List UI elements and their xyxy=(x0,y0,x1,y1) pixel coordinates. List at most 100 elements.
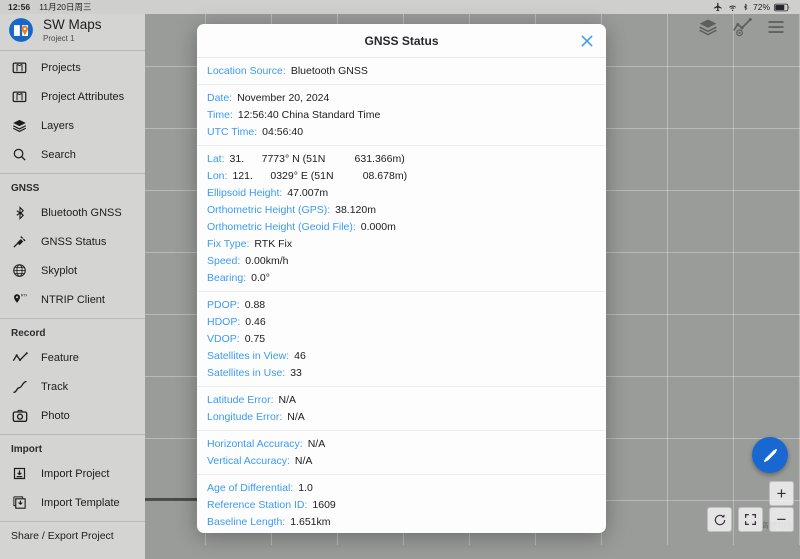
dialog-row-key: Ellipsoid Height: xyxy=(207,186,283,199)
sidebar-item-search[interactable]: Search xyxy=(0,140,145,169)
sidebar-item-gnss-status[interactable]: GNSS Status xyxy=(0,227,145,256)
chart-record-icon[interactable] xyxy=(732,17,752,37)
dialog-body: Location Source: Bluetooth GNSS Date: Novem… xyxy=(197,58,606,533)
dialog-row-value: 46 xyxy=(294,349,306,362)
dialog-row-key: VDOP: xyxy=(207,332,240,345)
dialog-row-key: Lat: xyxy=(207,152,225,165)
dialog-row: Reference Station ID: 1609 xyxy=(197,496,606,513)
close-icon[interactable] xyxy=(579,33,595,49)
sidebar: SW Maps Project 1 Projects Project Attri… xyxy=(0,14,145,559)
sidebar-item-skyplot[interactable]: Skyplot xyxy=(0,256,145,285)
sidebar-item-track[interactable]: Track xyxy=(0,372,145,401)
rotate-icon xyxy=(714,513,725,525)
sidebar-item-photo[interactable]: Photo xyxy=(0,401,145,430)
sidebar-section-record: Record xyxy=(11,328,46,339)
status-date: 11月20日周三 xyxy=(39,2,92,12)
dialog-row-value: RTK Fix xyxy=(254,237,293,250)
dialog-group: Location Source: Bluetooth GNSS xyxy=(197,58,606,85)
dialog-row-key: Time: xyxy=(207,108,233,121)
menu-icon[interactable] xyxy=(766,17,786,37)
dialog-row-value: 12:56:40 China Standard Time xyxy=(237,108,381,121)
dialog-row-key: Satellites in View: xyxy=(207,349,290,362)
sidebar-item-import-project[interactable]: Import Project xyxy=(0,459,145,488)
dialog-row: Date: November 20, 2024 xyxy=(197,89,606,106)
dialog-row-value: 1.0 xyxy=(298,481,313,494)
sidebar-item-label: Skyplot xyxy=(41,264,78,277)
dialog-row: Satellites in Use: 33 xyxy=(197,364,606,381)
search-icon xyxy=(11,146,28,163)
fullscreen-button[interactable] xyxy=(738,507,763,532)
folder-map-icon xyxy=(11,88,28,105)
curve-track-icon xyxy=(11,378,28,395)
rotate-reset-button[interactable] xyxy=(707,507,732,532)
dialog-row-value: 121. 0329° E (51N 08.678m) xyxy=(232,169,408,182)
dialog-row-key: Bearing: xyxy=(207,271,247,284)
dialog-row-key: Date: xyxy=(207,91,233,104)
dialog-row-key: Reference Station ID: xyxy=(207,498,308,511)
sidebar-item-label: NTRIP Client xyxy=(41,293,105,306)
dialog-group: PDOP: 0.88 HDOP: 0.46 VDOP: 0.75 Satellites in… xyxy=(197,292,606,387)
dialog-row-value: 04:56:40 xyxy=(262,125,304,138)
sidebar-divider xyxy=(0,521,145,522)
add-feature-fab[interactable] xyxy=(752,437,788,473)
sidebar-item-projects[interactable]: Projects xyxy=(0,53,145,82)
sidebar-section-import: Import xyxy=(11,444,43,455)
sidebar-divider xyxy=(0,434,145,435)
sidebar-item-label: Project Attributes xyxy=(41,90,125,103)
dialog-row-key: PDOP: xyxy=(207,298,240,311)
sidebar-divider xyxy=(0,173,145,174)
dialog-row-key: Lon: xyxy=(207,169,228,182)
dialog-header: GNSS Status xyxy=(197,24,606,58)
dialog-row-value: 31. 7773° N (51N 631.366m) xyxy=(229,152,405,165)
app-name: SW Maps xyxy=(43,16,102,32)
dialog-row: VDOP: 0.75 xyxy=(197,330,606,347)
dialog-row-key: Orthometric Height (GPS): xyxy=(207,203,331,216)
import-template-icon xyxy=(11,494,28,511)
fullscreen-icon xyxy=(744,513,757,526)
battery-icon xyxy=(774,3,790,11)
zoom-out-button[interactable]: − xyxy=(769,507,794,532)
dialog-row: Location Source: Bluetooth GNSS xyxy=(197,62,606,79)
dialog-row-value: 47.007m xyxy=(287,186,329,199)
svg-text:RTK: RTK xyxy=(21,293,27,297)
bluetooth-icon xyxy=(11,204,28,221)
gnss-status-dialog: GNSS Status Location Source: Bluetooth GN… xyxy=(197,24,606,533)
sidebar-item-feature[interactable]: Feature xyxy=(0,343,145,372)
dialog-row-value: N/A xyxy=(287,410,305,423)
sidebar-divider xyxy=(0,318,145,319)
dialog-row-key: Latitude Error: xyxy=(207,393,274,406)
dialog-row-value: 0.000m xyxy=(360,220,396,233)
zoom-in-button[interactable]: + xyxy=(769,481,794,506)
dialog-group: Date: November 20, 2024 Time: 12:56:40 Chin… xyxy=(197,85,606,146)
sidebar-item-ntrip-client[interactable]: RTK NTRIP Client xyxy=(0,285,145,314)
sidebar-item-share-export-project[interactable]: Share / Export Project xyxy=(0,524,145,542)
sidebar-item-import-template[interactable]: Import Template xyxy=(0,488,145,517)
satellite-icon xyxy=(11,233,28,250)
dialog-row-value: N/A xyxy=(294,454,313,467)
dialog-row: Bearing: 0.0° xyxy=(197,269,606,286)
app-brand-text: SW Maps Project 1 xyxy=(43,16,102,43)
layers-icon[interactable] xyxy=(698,17,718,37)
airplane-mode-icon xyxy=(713,2,722,12)
sidebar-item-project-attributes[interactable]: Project Attributes xyxy=(0,82,145,111)
dialog-row-value: 1.651km xyxy=(290,515,331,528)
app-brand: SW Maps Project 1 xyxy=(0,14,145,46)
dialog-row: Fix Type: RTK Fix xyxy=(197,235,606,252)
dialog-row: Age of Differential: 1.0 xyxy=(197,479,606,496)
project-name: Project 1 xyxy=(43,33,75,43)
app-root: 12:56 11月20日周三 72% 高德地图 xyxy=(0,0,800,559)
status-indicators: 72% xyxy=(713,2,790,12)
dialog-row: Satellites in View: 46 xyxy=(197,347,606,364)
sidebar-item-bluetooth-gnss[interactable]: Bluetooth GNSS xyxy=(0,198,145,227)
globe-grid-icon xyxy=(11,262,28,279)
sidebar-item-layers[interactable]: Layers xyxy=(0,111,145,140)
dialog-row-value: 0.75 xyxy=(244,332,266,345)
dialog-row-value: 0.0° xyxy=(251,271,270,284)
dialog-row-value: November 20, 2024 xyxy=(237,91,330,104)
dialog-row-key: Longitude Error: xyxy=(207,410,283,423)
import-download-icon xyxy=(11,465,28,482)
dialog-title: GNSS Status xyxy=(364,33,439,48)
dialog-group: Horizontal Accuracy: N/A Vertical Accuracy… xyxy=(197,431,606,475)
map-top-toolbar xyxy=(698,14,796,40)
dialog-row-value: 0.46 xyxy=(245,315,266,328)
